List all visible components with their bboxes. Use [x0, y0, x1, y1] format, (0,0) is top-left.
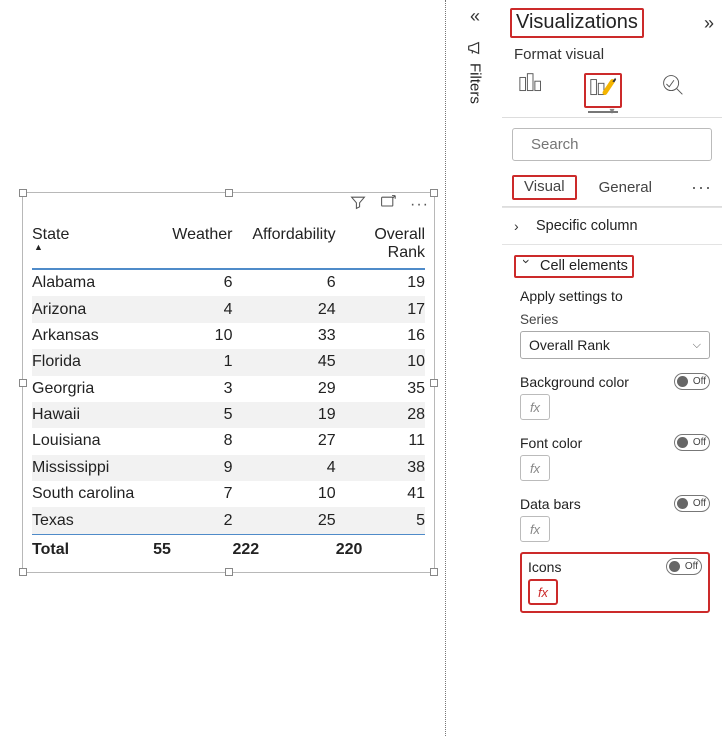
table-header: State ▲ Weather Affordability Overall Ra…	[32, 226, 425, 270]
table-row[interactable]: Arizona42417	[32, 296, 425, 322]
opt-background-color: Background color Off	[520, 373, 710, 390]
resize-handle[interactable]	[19, 189, 27, 197]
pane-title: Visualizations	[510, 8, 644, 38]
opt-icons-label: Icons	[528, 559, 561, 575]
format-visual-icon[interactable]	[588, 88, 618, 113]
table-row[interactable]: Arkansas103316	[32, 323, 425, 349]
col-afford-header[interactable]: Affordability	[232, 226, 335, 262]
resize-handle[interactable]	[19, 568, 27, 576]
table-row[interactable]: South carolina71041	[32, 481, 425, 507]
table-row[interactable]: Mississippi9438	[32, 455, 425, 481]
section-cell-elements[interactable]: › Cell elements	[502, 244, 722, 282]
filter-icon[interactable]	[350, 194, 366, 215]
analytics-icon[interactable]	[658, 71, 688, 110]
tab-general[interactable]: General	[593, 175, 658, 200]
format-scope-tabs: Visual General ···	[502, 169, 722, 200]
megaphone-icon	[463, 39, 487, 57]
table-row[interactable]: Louisiana82711	[32, 428, 425, 454]
format-mode-tabs	[502, 67, 722, 110]
filters-label: Filters	[467, 63, 484, 104]
toggle-font-color[interactable]: Off	[674, 434, 710, 451]
filters-pane-collapsed[interactable]: « Filters	[463, 6, 487, 104]
toggle-bg-color[interactable]: Off	[674, 373, 710, 390]
apply-settings-label: Apply settings to	[520, 288, 710, 304]
table-row[interactable]: Florida14510	[32, 349, 425, 375]
col-weather-header[interactable]: Weather	[153, 226, 232, 262]
search-input[interactable]	[512, 128, 712, 161]
search-field[interactable]	[529, 135, 722, 154]
report-canvas: ··· State ▲ Weather Affordability Overal…	[0, 0, 446, 736]
opt-font-color: Font color Off	[520, 434, 710, 451]
table-row[interactable]: Alabama6619	[32, 270, 425, 296]
resize-handle[interactable]	[430, 568, 438, 576]
tab-visual[interactable]: Visual	[518, 174, 571, 199]
chevron-right-icon[interactable]: »	[704, 13, 714, 34]
series-select[interactable]: Overall Rank ⌵	[520, 331, 710, 359]
fx-bars-button[interactable]: fx	[520, 516, 550, 542]
resize-handle[interactable]	[225, 189, 233, 197]
sort-asc-icon: ▲	[34, 242, 153, 252]
toggle-icons[interactable]: Off	[666, 558, 702, 575]
table-row[interactable]: Hawaii51928	[32, 402, 425, 428]
toggle-data-bars[interactable]: Off	[674, 495, 710, 512]
col-rank-header[interactable]: Overall Rank	[336, 226, 425, 262]
opt-icons-group: Icons Off fx	[520, 552, 710, 613]
col-state-header[interactable]: State ▲	[32, 226, 153, 262]
fx-font-button[interactable]: fx	[520, 455, 550, 481]
resize-handle[interactable]	[19, 379, 27, 387]
visualizations-pane: Visualizations » Format visual ▾ Visual …	[502, 0, 722, 736]
chevron-left-icon[interactable]: «	[463, 6, 487, 27]
section-specific-column[interactable]: › Specific column	[502, 207, 722, 244]
resize-handle[interactable]	[225, 568, 233, 576]
table-row[interactable]: Georgria32935	[32, 376, 425, 402]
focus-mode-icon[interactable]	[380, 194, 396, 215]
data-table: State ▲ Weather Affordability Overall Ra…	[32, 226, 425, 559]
table-row[interactable]: Texas2255	[32, 507, 425, 533]
series-label: Series	[520, 312, 710, 327]
pane-subtitle: Format visual	[502, 40, 722, 67]
cell-elements-body: Apply settings to Series Overall Rank ⌵ …	[502, 282, 722, 623]
chevron-down-icon: ⌵	[693, 339, 701, 352]
tabs-more-icon[interactable]: ···	[691, 177, 712, 198]
opt-data-bars: Data bars Off	[520, 495, 710, 512]
fx-icons-button[interactable]: fx	[528, 579, 558, 605]
visual-toolbar: ···	[350, 194, 429, 215]
resize-handle[interactable]	[430, 379, 438, 387]
chevron-right-icon: ›	[514, 218, 528, 234]
fx-bg-button[interactable]: fx	[520, 394, 550, 420]
build-visual-icon[interactable]	[518, 71, 548, 110]
more-options-icon[interactable]: ···	[410, 197, 429, 213]
chevron-down-icon: ›	[519, 259, 535, 273]
table-total-row: Total 55 222 220	[32, 534, 425, 559]
resize-handle[interactable]	[430, 189, 438, 197]
